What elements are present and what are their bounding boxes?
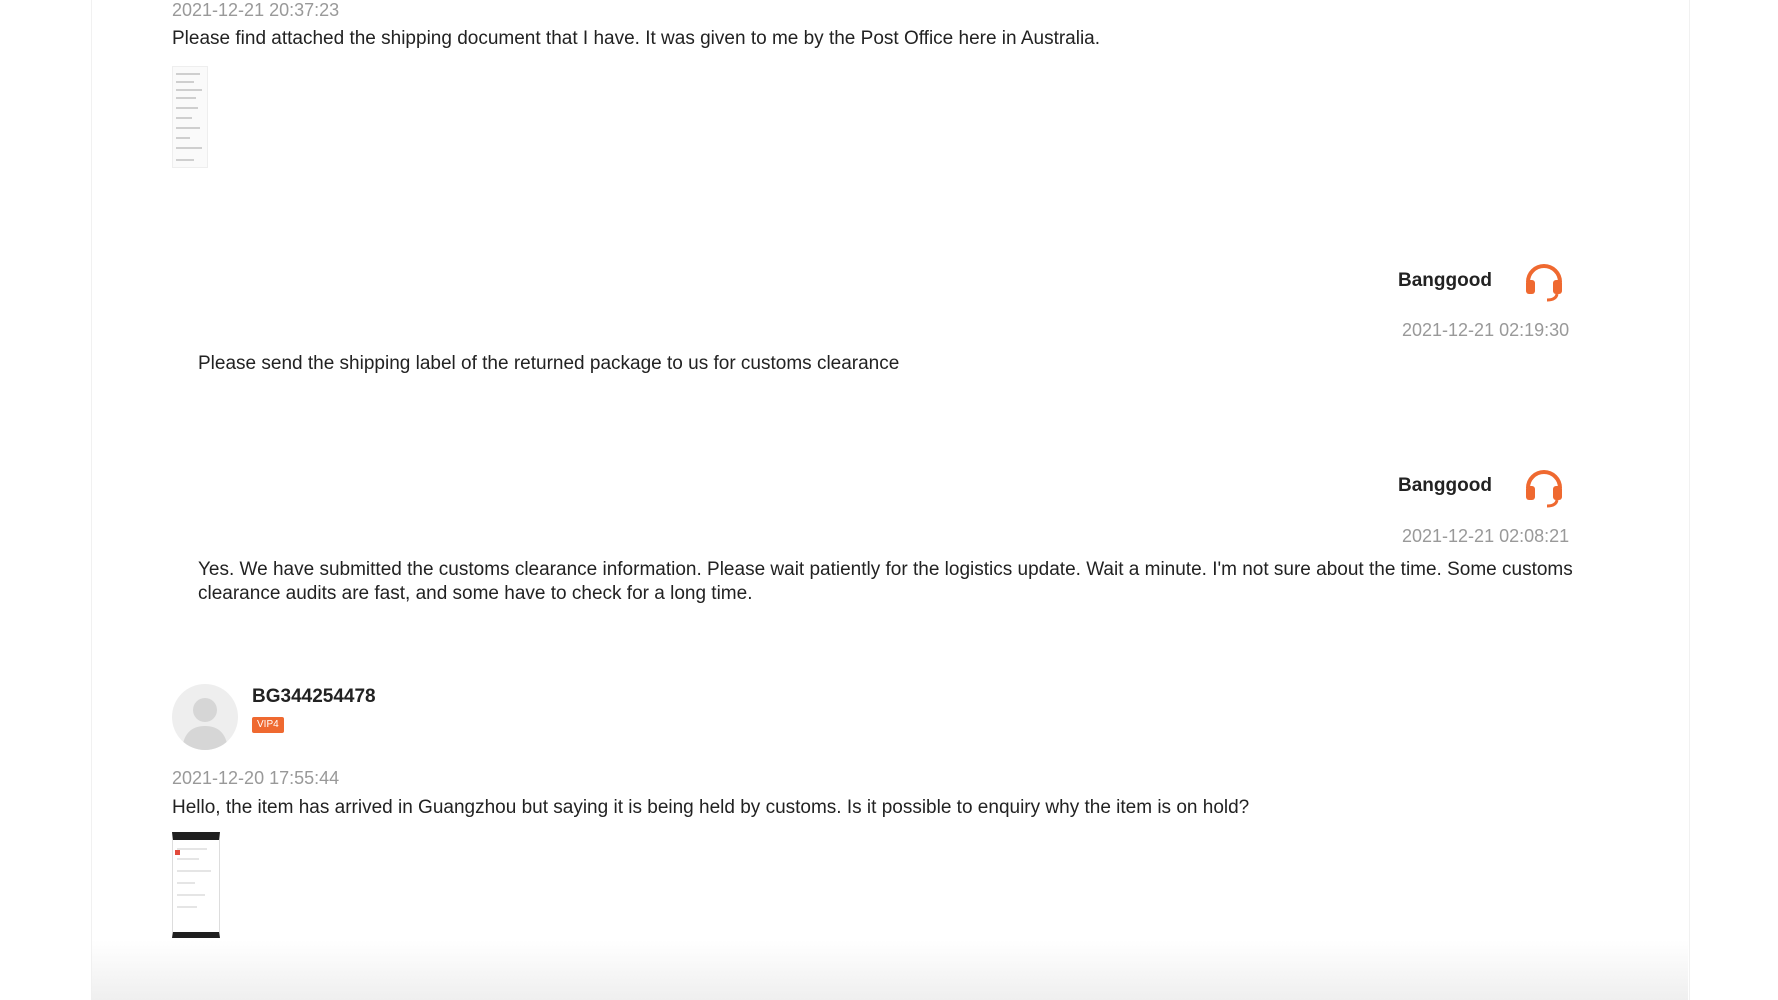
vip-badge: VIP4 xyxy=(252,717,284,733)
message-text: Please find attached the shipping docume… xyxy=(172,28,1101,49)
headset-icon xyxy=(1522,464,1566,508)
bottom-fade xyxy=(91,940,1688,1000)
agent-name: Banggood xyxy=(1398,270,1492,291)
message-text: Yes. We have submitted the customs clear… xyxy=(198,559,1573,604)
document-attachment-thumbnail[interactable] xyxy=(172,66,208,168)
message-timestamp: 2021-12-20 17:55:44 xyxy=(172,768,340,788)
user-name: BG344254478 xyxy=(252,686,376,707)
message-timestamp: 2021-12-21 02:08:21 xyxy=(1402,526,1570,546)
message-timestamp: 2021-12-21 20:37:23 xyxy=(172,0,340,20)
message-text: Hello, the item has arrived in Guangzhou… xyxy=(172,797,1250,818)
conversation-panel xyxy=(91,0,1690,1000)
screenshot-attachment-thumbnail[interactable] xyxy=(172,832,220,938)
message-timestamp: 2021-12-21 02:19:30 xyxy=(1402,320,1570,340)
headset-icon xyxy=(1522,258,1566,302)
agent-name: Banggood xyxy=(1398,475,1492,496)
user-avatar xyxy=(172,684,238,750)
vip-badge-wrapper: VIP4 xyxy=(252,714,284,733)
message-text: Please send the shipping label of the re… xyxy=(198,353,900,374)
